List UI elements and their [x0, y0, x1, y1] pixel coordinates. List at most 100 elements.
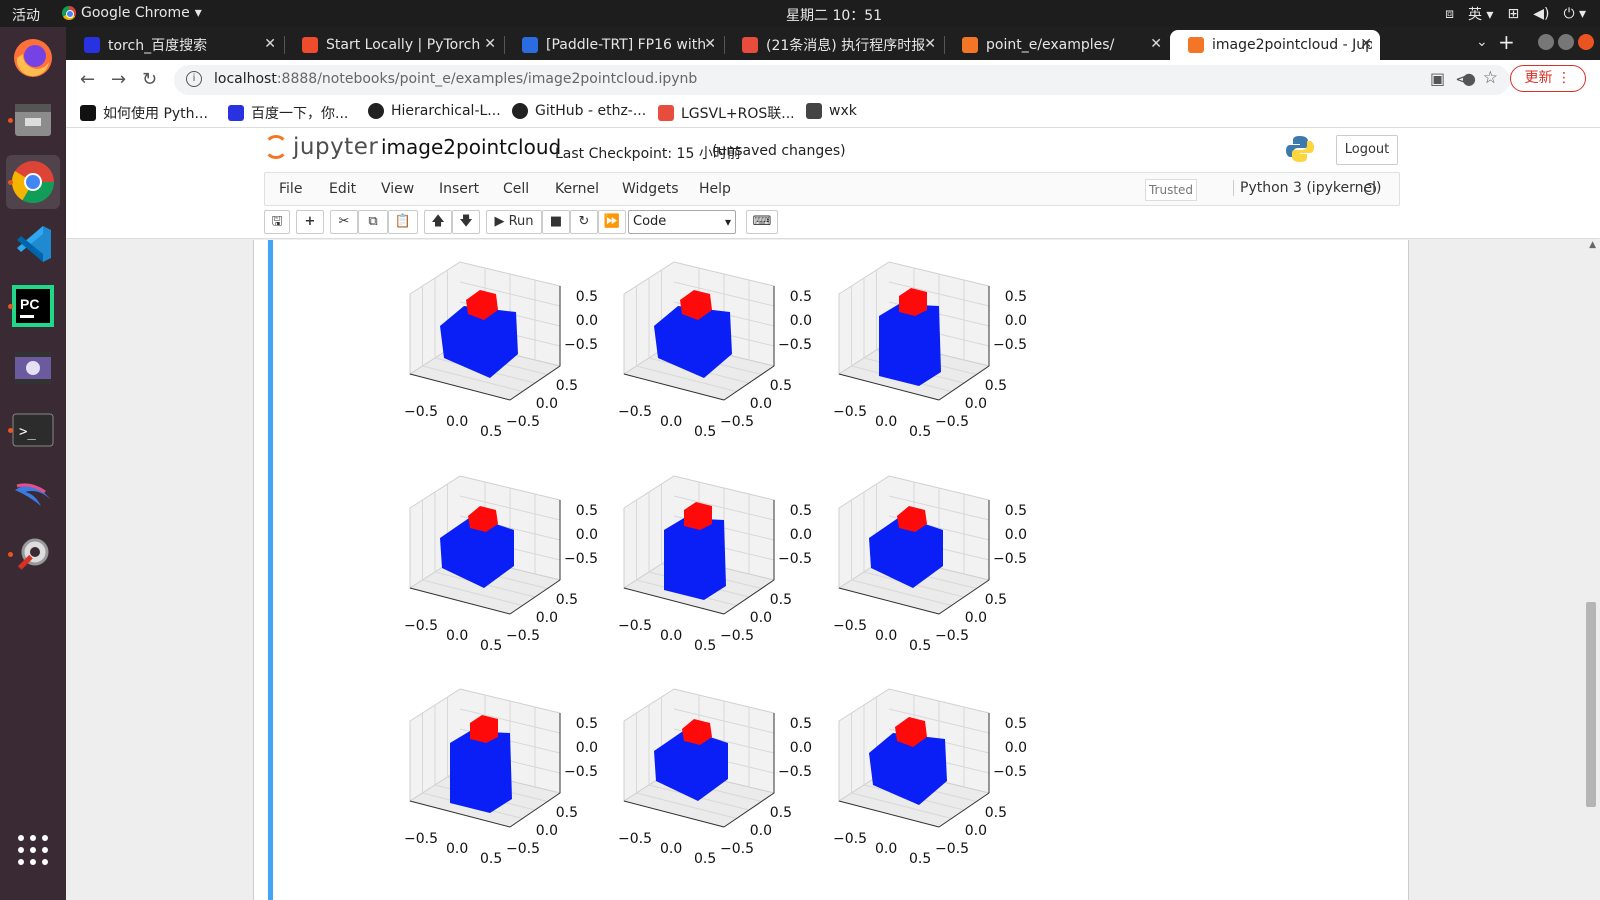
minimize-button[interactable]: [1538, 34, 1554, 50]
paste-button[interactable]: 📋: [388, 210, 418, 234]
restart-button[interactable]: ↻: [570, 210, 598, 234]
show-apps-button[interactable]: [6, 823, 60, 877]
scroll-up-arrow-icon[interactable]: ▲: [1589, 240, 1596, 250]
power-icon[interactable]: ⏻ ▾: [1563, 6, 1586, 22]
trusted-indicator[interactable]: Trusted: [1145, 179, 1197, 201]
reload-button[interactable]: ↻: [142, 69, 157, 90]
restart-run-all-button[interactable]: ⏩: [598, 210, 626, 234]
dock-files[interactable]: [6, 93, 60, 147]
dock-video[interactable]: [6, 341, 60, 395]
move-down-button[interactable]: 🡇: [452, 210, 480, 234]
menu-view[interactable]: View: [381, 181, 414, 197]
dock-kali[interactable]: [6, 465, 60, 519]
accessibility-icon[interactable]: ⧈: [1445, 6, 1454, 22]
input-method[interactable]: 英 ▾: [1468, 4, 1493, 24]
close-tab-icon[interactable]: ✕: [264, 36, 276, 52]
browser-tab[interactable]: image2pointcloud - Jup ✕: [1170, 30, 1380, 60]
menu-help[interactable]: Help: [699, 181, 731, 197]
x-tick-label: 0.0: [875, 414, 897, 430]
update-button[interactable]: 更新 ⋮: [1509, 65, 1586, 92]
browser-tab[interactable]: (21条消息) 执行程序时报 ✕: [724, 30, 944, 60]
menu-edit[interactable]: Edit: [329, 181, 356, 197]
dock-settings[interactable]: [6, 527, 60, 581]
command-palette-button[interactable]: ⌨: [746, 210, 778, 234]
y-tick-label: 0.0: [750, 396, 772, 412]
video-icon: [15, 352, 51, 384]
bookmark-item[interactable]: LGSVL+ROS联...: [658, 103, 795, 123]
dock-firefox[interactable]: [6, 31, 60, 85]
system-tray[interactable]: ⧈ 英 ▾ ⊞ ◀) ⏻ ▾: [1445, 4, 1586, 24]
dock-chrome[interactable]: [6, 155, 60, 209]
y-tick-label: 0.0: [536, 610, 558, 626]
x-tick-label: 0.0: [660, 841, 682, 857]
notebook-name[interactable]: image2pointcloud: [381, 135, 561, 159]
address-bar[interactable]: i localhost:8888/notebooks/point_e/examp…: [174, 65, 1510, 95]
close-tab-icon[interactable]: ✕: [924, 36, 936, 52]
browser-tab[interactable]: [Paddle-TRT] FP16 with ✕: [504, 30, 724, 60]
menu-file[interactable]: File: [279, 181, 302, 197]
vscode-icon: [17, 226, 51, 262]
copy-button[interactable]: ⧉: [358, 210, 388, 234]
z-tick-label: 0.0: [790, 740, 812, 756]
browser-tab[interactable]: torch_百度搜索 ✕: [66, 30, 284, 60]
bookmark-item[interactable]: Hierarchical-L...: [368, 103, 501, 119]
menu-insert[interactable]: Insert: [439, 181, 479, 197]
close-tab-icon[interactable]: ✕: [484, 36, 496, 52]
activities-button[interactable]: 活动: [12, 5, 40, 25]
bookmark-item[interactable]: 如何使用 Pyth...: [80, 103, 208, 123]
insert-cell-button[interactable]: +: [296, 210, 324, 234]
clock[interactable]: 星期二 10：51: [786, 5, 882, 25]
dock-terminal[interactable]: >_: [6, 403, 60, 457]
bookmark-item[interactable]: wxk: [806, 103, 857, 119]
url-path: :8888/notebooks/point_e/examples/image2p…: [276, 71, 698, 87]
y-tick-label: 0.5: [556, 592, 578, 608]
tab-title: (21条消息) 执行程序时报: [766, 38, 926, 54]
run-label: Run: [508, 214, 534, 229]
volume-icon[interactable]: ◀): [1533, 6, 1549, 22]
tab-search-chevron-icon[interactable]: ⌄: [1476, 34, 1488, 50]
run-button[interactable]: ▶ Run: [486, 210, 542, 234]
new-tab-button[interactable]: +: [1498, 30, 1515, 54]
close-tab-icon[interactable]: ✕: [704, 36, 716, 52]
dock-pycharm[interactable]: PC: [6, 279, 60, 333]
tab-strip: torch_百度搜索 ✕ Start Locally | PyTorch ✕ [Padd…: [66, 27, 1600, 60]
menu-kernel[interactable]: Kernel: [555, 181, 599, 197]
kernel-name[interactable]: Python 3 (ipykernel): [1233, 180, 1381, 196]
move-up-button[interactable]: 🡅: [424, 210, 452, 234]
back-button[interactable]: ←: [80, 69, 95, 90]
z-tick-label: 0.5: [1005, 503, 1027, 519]
y-tick-label: 0.5: [770, 592, 792, 608]
profile-icon[interactable]: ●: [1462, 69, 1476, 88]
jupyter-logo[interactable]: jupyter: [264, 134, 378, 160]
dock-vscode[interactable]: [6, 217, 60, 271]
page-scrollbar[interactable]: ▲: [1586, 240, 1596, 900]
notebook-menubar: File Edit View Insert Cell Kernel Widgets Help …: [264, 172, 1400, 206]
browser-tab[interactable]: point_e/examples/ ✕: [944, 30, 1170, 60]
forward-button[interactable]: →: [111, 69, 126, 90]
save-button[interactable]: 🖫: [264, 210, 290, 234]
bookmark-item[interactable]: 百度一下，你...: [228, 103, 348, 123]
update-label: 更新: [1524, 70, 1553, 86]
tab-favicon-icon: [1188, 37, 1204, 53]
x-tick-label: 0.5: [694, 424, 716, 440]
site-info-icon[interactable]: i: [186, 71, 202, 87]
cut-button[interactable]: ✂: [330, 210, 358, 234]
close-tab-icon[interactable]: ✕: [1150, 36, 1162, 52]
browser-tab[interactable]: Start Locally | PyTorch ✕: [284, 30, 504, 60]
bookmark-item[interactable]: GitHub - ethz-...: [512, 103, 646, 119]
y-tick-label: 0.0: [536, 823, 558, 839]
interrupt-button[interactable]: ■: [542, 210, 570, 234]
logout-button[interactable]: Logout: [1336, 135, 1398, 165]
network-icon[interactable]: ⊞: [1507, 6, 1519, 22]
close-window-button[interactable]: [1578, 34, 1594, 50]
close-tab-icon[interactable]: ✕: [1360, 36, 1372, 52]
firefox-icon: [14, 39, 52, 77]
menu-widgets[interactable]: Widgets: [622, 181, 679, 197]
maximize-button[interactable]: [1558, 34, 1574, 50]
app-menu[interactable]: Google Chrome ▾: [62, 5, 202, 21]
menu-cell[interactable]: Cell: [503, 181, 529, 197]
cell-type-select[interactable]: Code: [628, 210, 736, 234]
scroll-thumb[interactable]: [1586, 602, 1596, 807]
bookmark-star-icon[interactable]: ☆: [1483, 68, 1498, 88]
side-panel-icon[interactable]: ▣: [1430, 69, 1445, 88]
